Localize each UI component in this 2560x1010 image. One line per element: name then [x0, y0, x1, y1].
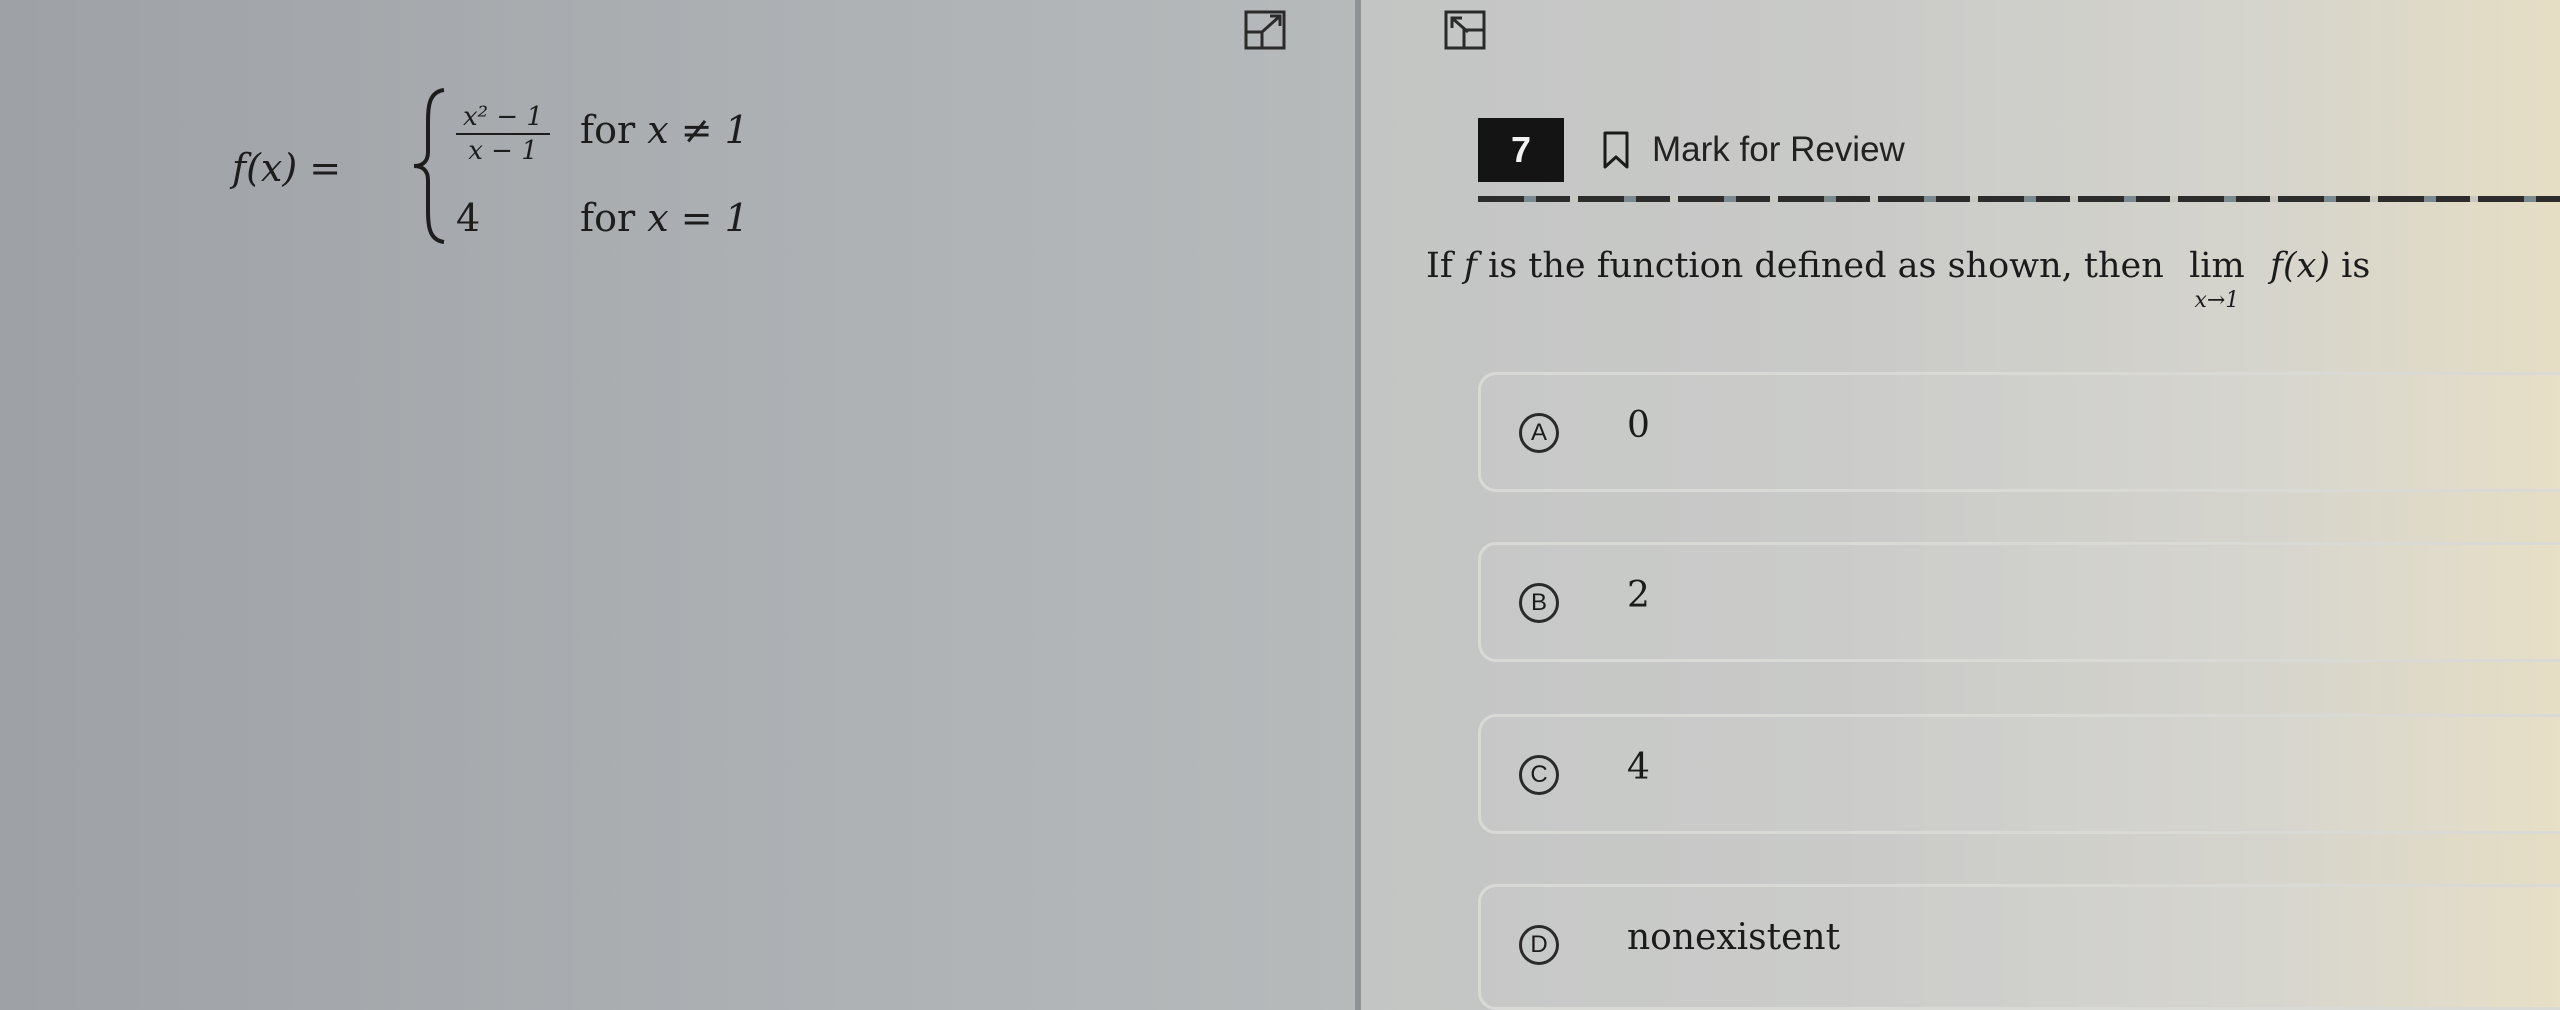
expand-icon — [1244, 10, 1286, 50]
question-number: 7 — [1478, 118, 1564, 182]
case2-condition-expr: x = 1 — [647, 196, 749, 240]
choice-text: nonexistent — [1627, 917, 1841, 958]
left-brace-icon — [413, 88, 445, 244]
case1-for: for — [580, 108, 636, 152]
question-text-prefix: If — [1426, 246, 1464, 286]
choice-d[interactable]: D nonexistent — [1478, 884, 2560, 1010]
choice-text: 4 — [1627, 747, 1650, 788]
case1-condition: for x ≠ 1 — [580, 108, 749, 152]
choice-letter-badge: B — [1519, 583, 1559, 623]
case2-condition: for x = 1 — [580, 196, 749, 240]
choice-text: 0 — [1627, 405, 1650, 446]
fraction-bar — [456, 133, 550, 135]
case1-condition-expr: x ≠ 1 — [647, 108, 749, 152]
question-text: If f is the function defined as shown, t… — [1426, 246, 2560, 313]
choice-c[interactable]: C 4 — [1478, 714, 2560, 834]
question-text-suffix: is — [2330, 246, 2371, 286]
case2-value: 4 — [456, 196, 481, 240]
header-divider — [1478, 196, 2560, 202]
case2-for: for — [580, 196, 636, 240]
choice-b[interactable]: B 2 — [1478, 542, 2560, 662]
question-header: 7 Mark for Review — [1478, 118, 2560, 182]
question-text-f: f — [1463, 246, 1477, 286]
mark-for-review-button[interactable]: Mark for Review — [1602, 126, 1905, 174]
case1-denominator: x − 1 — [468, 136, 538, 166]
collapse-icon — [1444, 10, 1486, 50]
function-definition: f(x) = x² − 1 x − 1 for x ≠ 1 4 for x = … — [232, 88, 832, 252]
case1-numerator: x² − 1 — [463, 102, 543, 132]
limit-expression: lim x→1 — [2181, 246, 2253, 313]
function-lhs: f(x) = — [232, 146, 342, 190]
bookmark-icon — [1603, 131, 1629, 169]
choice-letter-badge: D — [1519, 925, 1559, 965]
choice-a[interactable]: A 0 — [1478, 372, 2560, 492]
collapse-pane-button[interactable] — [1440, 8, 1492, 54]
expand-pane-button[interactable] — [1240, 8, 1292, 54]
choice-letter-badge: C — [1519, 755, 1559, 795]
choice-letter-badge: A — [1519, 413, 1559, 453]
limit-word: lim — [2189, 246, 2245, 286]
case1-fraction: x² − 1 x − 1 — [454, 102, 552, 166]
question-text-middle: is the function defined as shown, then — [1476, 246, 2175, 286]
mark-for-review-label: Mark for Review — [1652, 130, 1905, 169]
question-text-fx: f(x) — [2258, 246, 2331, 286]
limit-subscript: x→1 — [2194, 288, 2240, 313]
choice-text: 2 — [1627, 575, 1650, 616]
